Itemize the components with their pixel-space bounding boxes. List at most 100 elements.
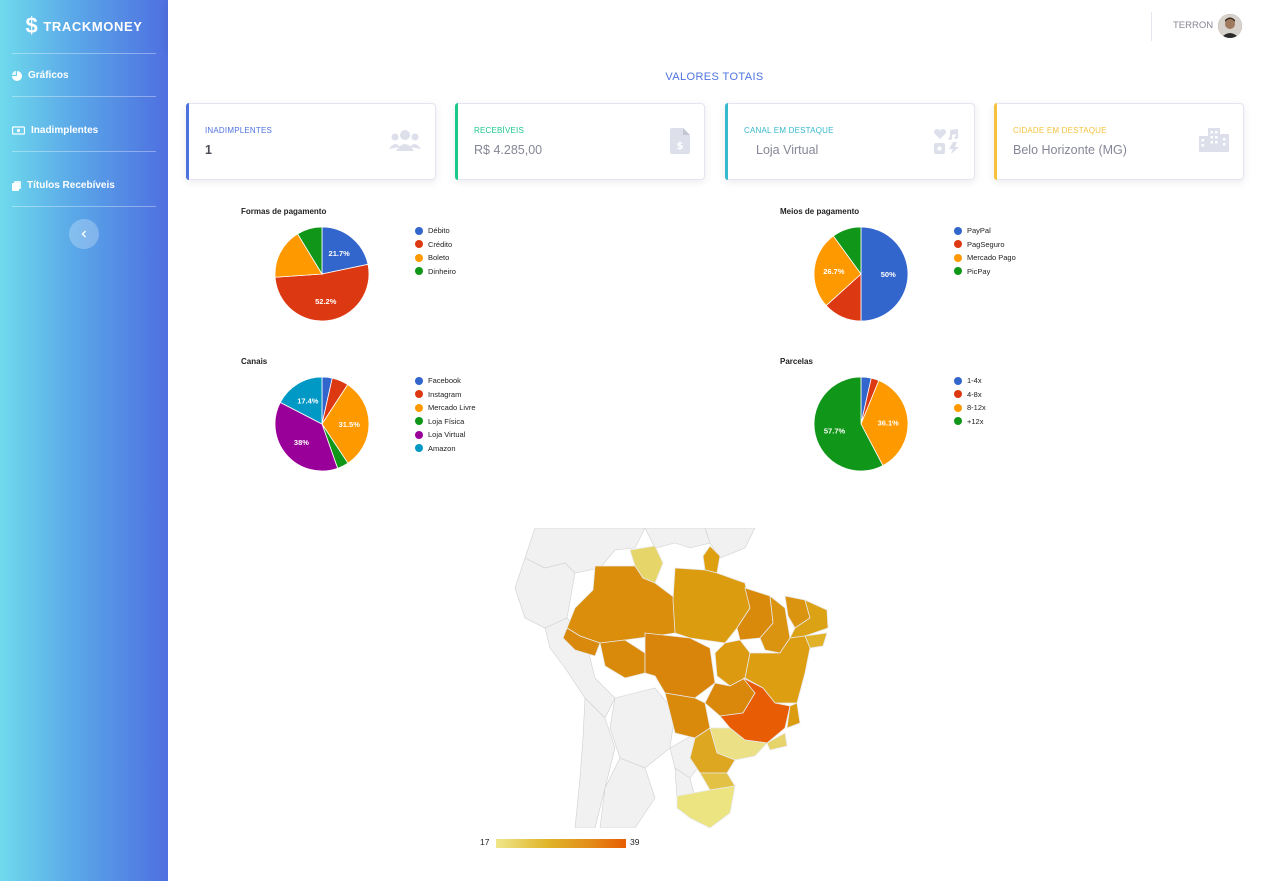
legend-swatch <box>415 240 423 249</box>
legend-swatch <box>954 240 962 249</box>
pie-data-label: 38% <box>294 438 309 447</box>
scale-min-label: 17 <box>480 837 490 847</box>
legend-item[interactable]: Boleto <box>415 251 456 265</box>
legend-item[interactable]: +12x <box>954 415 986 429</box>
pie-data-label: 52.2% <box>315 297 337 306</box>
dollar-logo-icon: $ <box>25 13 39 38</box>
brand-name: TRACKMONEY <box>43 18 143 34</box>
legend-item[interactable]: 4-8x <box>954 388 986 402</box>
brand[interactable]: $ TRACKMONEY <box>0 0 168 52</box>
legend-swatch <box>415 226 423 235</box>
legend-label: Loja Física <box>428 416 465 426</box>
shapes-icon <box>934 128 960 159</box>
sidebar-item-label: Títulos Recebíveis <box>27 180 115 191</box>
legend-swatch <box>415 390 423 399</box>
legend-label: PicPay <box>967 266 991 276</box>
card-value: Belo Horizonte (MG) <box>1013 143 1127 157</box>
legend-label: +12x <box>967 416 984 426</box>
card-label: CIDADE EM DESTAQUE <box>1013 126 1107 135</box>
legend-item[interactable]: Dinheiro <box>415 265 456 279</box>
legend-item[interactable]: PayPal <box>954 224 1016 238</box>
legend-item[interactable]: Mercado Pago <box>954 251 1016 265</box>
legend-item[interactable]: Mercado Livre <box>415 401 476 415</box>
chart-title-meios-pagamento: Meios de pagamento <box>780 207 860 216</box>
legend-label: PagSeguro <box>967 239 1005 249</box>
legend-swatch <box>415 430 423 439</box>
card-accent <box>455 103 458 180</box>
legend-item[interactable]: PagSeguro <box>954 238 1016 252</box>
pie-chart-parcelas[interactable]: 36.1% 57.7% <box>813 376 909 472</box>
card-canal-destaque: CANAL EM DESTAQUE Loja Virtual <box>725 103 975 180</box>
card-value: 1 <box>205 143 212 157</box>
pie-chart-meios-pagamento[interactable]: 50% 26.7% <box>813 226 909 322</box>
legend-swatch <box>415 403 423 412</box>
pie-data-label: 21.7% <box>329 249 351 258</box>
avatar[interactable] <box>1218 14 1242 38</box>
legend-item[interactable]: Loja Virtual <box>415 428 476 442</box>
geo-map-brazil[interactable] <box>505 527 865 829</box>
legend-label: Dinheiro <box>428 266 456 276</box>
divider <box>12 53 156 54</box>
legend-swatch <box>415 376 423 385</box>
invoice-dollar-icon: $ <box>670 128 690 159</box>
card-value: R$ 4.285,00 <box>474 143 543 157</box>
legend-swatch <box>954 376 962 385</box>
sidebar-item-label: Gráficos <box>28 70 69 81</box>
card-value: Loja Virtual <box>756 143 819 157</box>
legend-label: Loja Virtual <box>428 430 466 440</box>
legend-label: Boleto <box>428 253 450 263</box>
legend-swatch <box>954 226 962 235</box>
money-bill-icon <box>12 126 25 135</box>
legend-swatch <box>415 267 423 276</box>
city-icon <box>1199 128 1229 157</box>
divider <box>12 151 156 152</box>
sidebar-item-titulos-recebiveis[interactable]: Títulos Recebíveis <box>12 180 115 191</box>
pie-data-label: 50% <box>881 270 896 279</box>
card-accent <box>725 103 728 180</box>
legend-item[interactable]: Crédito <box>415 238 456 252</box>
state-ro <box>599 639 646 679</box>
legend-label: 1-4x <box>967 376 982 386</box>
legend-label: Débito <box>428 226 450 236</box>
page-title: VALORES TOTAIS <box>665 71 764 83</box>
legend-item[interactable]: Facebook <box>415 374 476 388</box>
sidebar-item-inadimplentes[interactable]: Inadimplentes <box>12 125 98 136</box>
legend-item[interactable]: 8-12x <box>954 401 986 415</box>
pie-chart-canais[interactable]: 31.5% 38% 17.4% <box>274 376 370 472</box>
svg-text:$: $ <box>677 141 684 152</box>
scale-max-label: 39 <box>630 837 640 847</box>
pie-data-label: 36.1% <box>878 419 900 428</box>
legend-label: PayPal <box>967 226 991 236</box>
topbar-divider <box>1151 12 1152 41</box>
legend-parcelas: 1-4x 4-8x 8-12x +12x <box>954 374 986 428</box>
user-name[interactable]: TERRON <box>1173 20 1213 31</box>
legend-canais: Facebook Instagram Mercado Livre Loja Físic… <box>415 374 476 455</box>
legend-item[interactable]: PicPay <box>954 265 1016 279</box>
state-am <box>566 565 676 644</box>
sidebar-toggle-button[interactable] <box>69 219 99 249</box>
legend-item[interactable]: Loja Física <box>415 415 476 429</box>
legend-swatch <box>954 403 962 412</box>
sidebar-item-graficos[interactable]: Gráficos <box>12 70 69 81</box>
card-accent <box>186 103 189 180</box>
legend-label: Facebook <box>428 376 461 386</box>
scale-gradient-bar <box>496 839 626 848</box>
legend-label: Instagram <box>428 389 462 399</box>
users-icon <box>389 128 421 157</box>
pie-data-label: 57.7% <box>824 427 846 436</box>
legend-item[interactable]: Instagram <box>415 388 476 402</box>
legend-item[interactable]: Débito <box>415 224 456 238</box>
topbar: TERRON <box>168 0 1261 52</box>
legend-swatch <box>954 417 962 426</box>
legend-item[interactable]: Amazon <box>415 442 476 456</box>
card-accent <box>994 103 997 180</box>
pie-data-label: 17.4% <box>297 397 319 406</box>
legend-label: Mercado Livre <box>428 403 476 413</box>
pie-chart-formas-pagamento[interactable]: 21.7% 52.2% <box>274 226 370 322</box>
legend-swatch <box>415 417 423 426</box>
chart-title-canais: Canais <box>241 357 268 366</box>
legend-item[interactable]: 1-4x <box>954 374 986 388</box>
documents-icon <box>12 180 21 191</box>
sidebar-item-label: Inadimplentes <box>31 125 99 136</box>
divider <box>12 206 156 207</box>
